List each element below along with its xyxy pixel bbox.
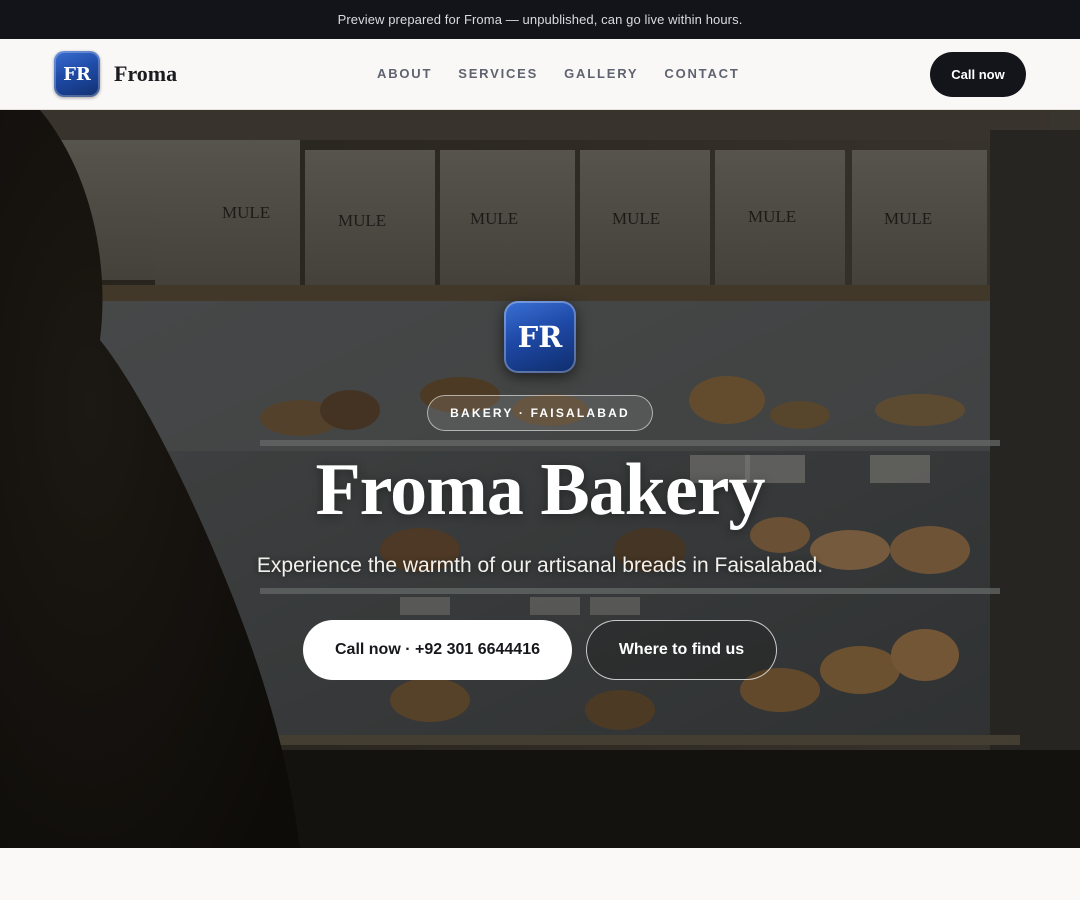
brand[interactable]: FR Froma	[54, 51, 177, 97]
hero-subtitle: Experience the warmth of our artisanal b…	[256, 554, 824, 577]
nav-about[interactable]: ABOUT	[377, 66, 432, 81]
hero-title: Froma Bakery	[315, 449, 765, 531]
nav-services[interactable]: SERVICES	[458, 66, 538, 81]
nav-gallery[interactable]: GALLERY	[564, 66, 638, 81]
site-header: FR Froma ABOUT SERVICES GALLERY CONTACT …	[0, 39, 1080, 110]
hero-logo-icon: FR	[504, 301, 576, 373]
preview-banner: Preview prepared for Froma — unpublished…	[0, 0, 1080, 39]
brand-name[interactable]: Froma	[114, 61, 177, 87]
hero-location-button[interactable]: Where to find us	[586, 620, 777, 680]
main-nav: ABOUT SERVICES GALLERY CONTACT	[377, 66, 766, 81]
preview-banner-text: Preview prepared for Froma — unpublished…	[337, 12, 743, 27]
logo-icon[interactable]: FR	[54, 51, 100, 97]
hero-section: MULE MULE MULE MULE MULE MULE FR BAKERY …	[0, 110, 1080, 848]
header-call-button[interactable]: Call now	[930, 52, 1026, 97]
hero-category-badge: BAKERY · FAISALABAD	[427, 395, 653, 431]
hero-call-button[interactable]: Call now · +92 301 6644416	[303, 620, 572, 680]
next-section	[0, 848, 1080, 900]
nav-contact[interactable]: CONTACT	[664, 66, 739, 81]
